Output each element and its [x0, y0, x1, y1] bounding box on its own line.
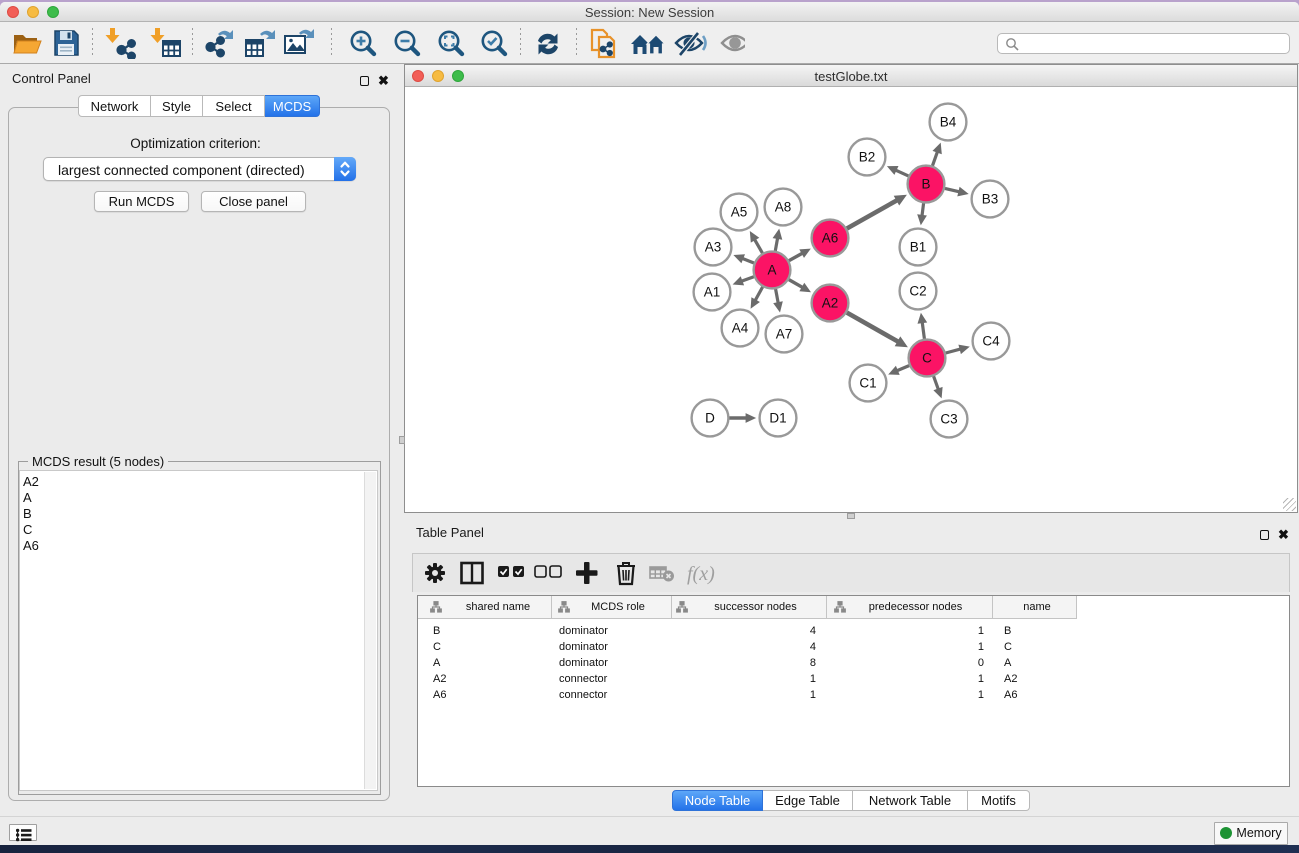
- svg-text:A1: A1: [704, 285, 721, 300]
- svg-text:D1: D1: [769, 411, 786, 426]
- svg-text:B: B: [921, 177, 930, 192]
- svg-text:A4: A4: [732, 321, 749, 336]
- svg-text:B2: B2: [859, 150, 876, 165]
- svg-text:A8: A8: [775, 200, 792, 215]
- svg-text:A3: A3: [705, 240, 722, 255]
- svg-text:C2: C2: [909, 284, 926, 299]
- svg-text:D: D: [705, 411, 715, 426]
- svg-text:f(x): f(x): [687, 563, 715, 585]
- svg-text:C: C: [922, 351, 932, 366]
- svg-text:A6: A6: [822, 231, 839, 246]
- svg-text:A: A: [767, 263, 776, 278]
- svg-text:A5: A5: [731, 205, 748, 220]
- svg-text:C3: C3: [940, 412, 957, 427]
- svg-text:B4: B4: [940, 115, 957, 130]
- svg-text:B1: B1: [910, 240, 927, 255]
- svg-text:C1: C1: [859, 376, 876, 391]
- svg-text:C4: C4: [982, 334, 1000, 349]
- svg-text:A2: A2: [822, 296, 839, 311]
- svg-text:B3: B3: [982, 192, 999, 207]
- svg-text:A7: A7: [776, 327, 793, 342]
